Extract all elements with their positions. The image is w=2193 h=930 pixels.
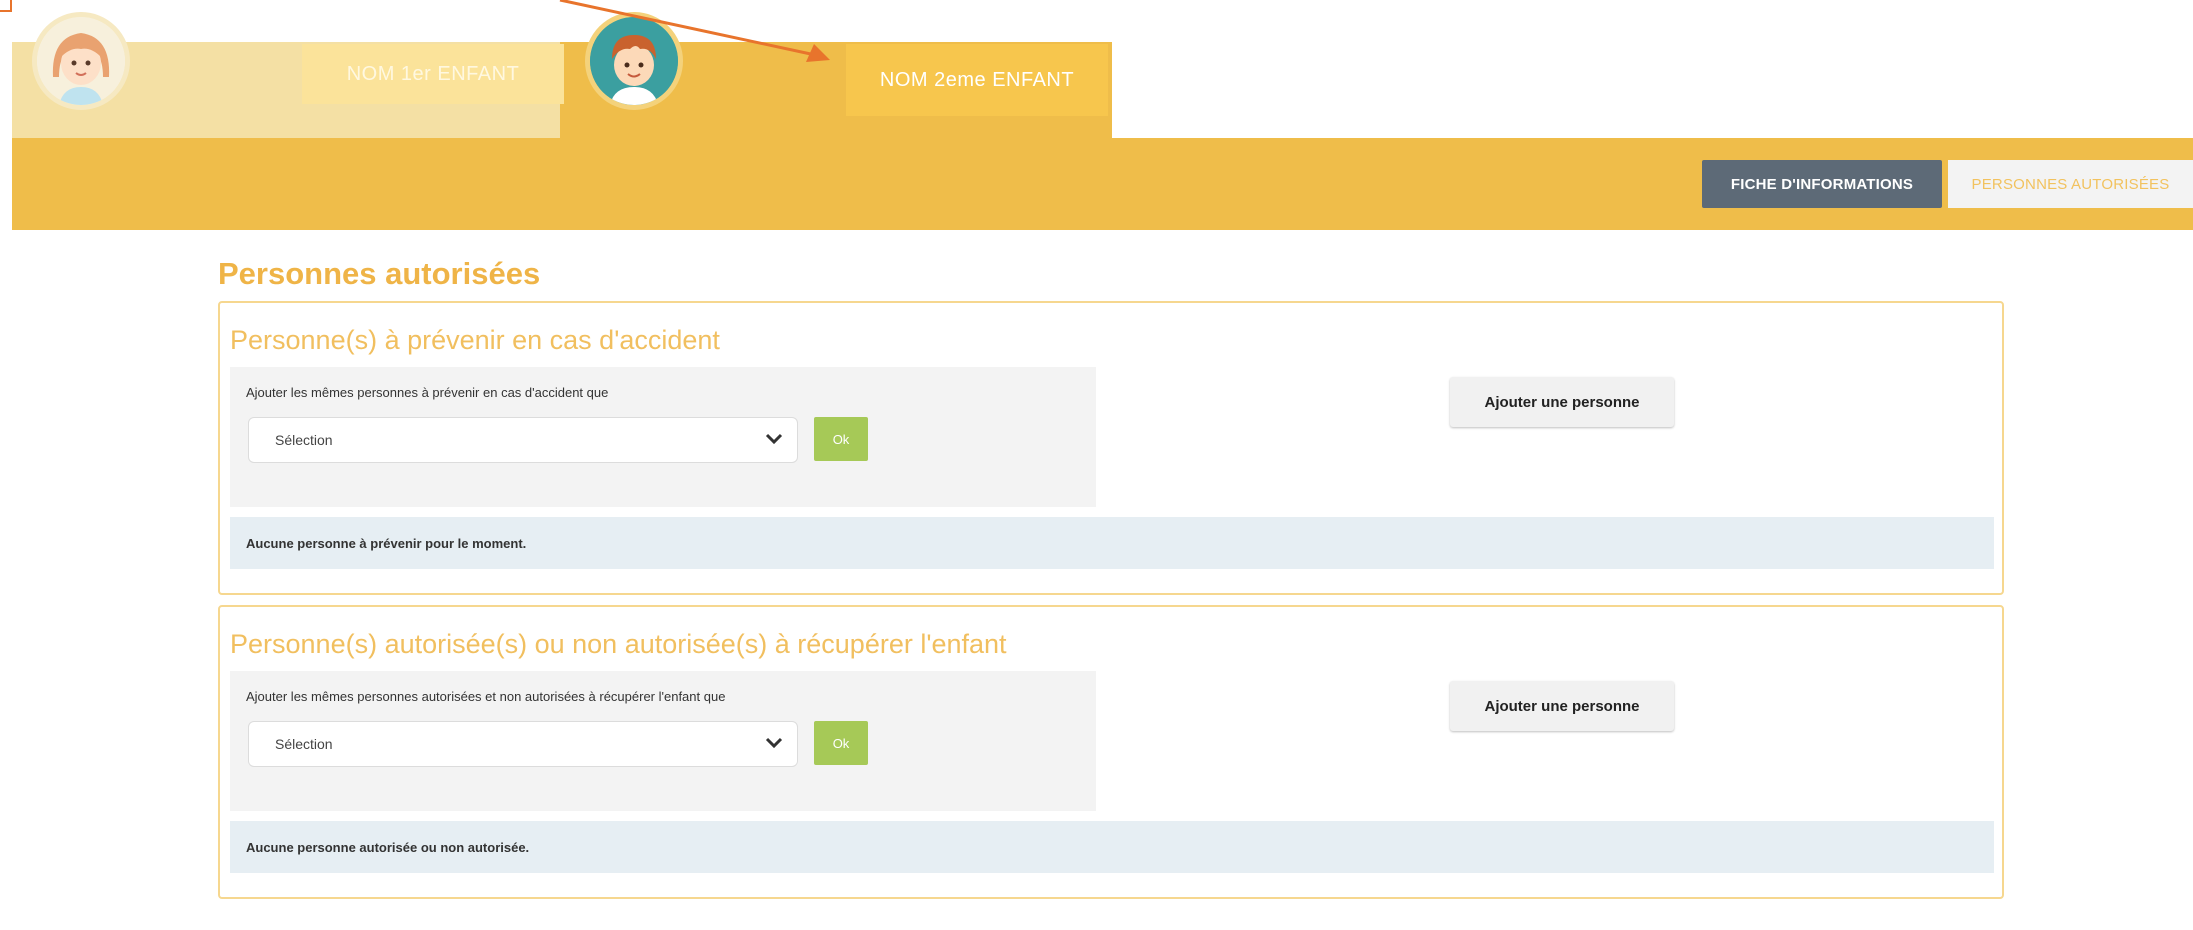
chevron-down-icon [765, 433, 783, 445]
empty-message: Aucune personne à prévenir pour le momen… [230, 517, 1994, 569]
select-value: Sélection [275, 432, 333, 448]
select-value: Sélection [275, 736, 333, 752]
add-person-button[interactable]: Ajouter une personne [1450, 377, 1674, 427]
empty-message: Aucune personne autorisée ou non autoris… [230, 821, 1994, 873]
arrow-annotation-icon [559, 0, 830, 62]
child-tab-strip: NOM 1er ENFANT NOM 2eme ENFANT FICHE D'I… [0, 0, 2193, 230]
personnes-autorisees-button[interactable]: PERSONNES AUTORISÉES [1948, 160, 2193, 208]
chevron-down-icon [765, 737, 783, 749]
add-person-button[interactable]: Ajouter une personne [1450, 681, 1674, 731]
section-title: Personne(s) à prévenir en cas d'accident [230, 325, 720, 355]
ok-button[interactable]: Ok [814, 417, 868, 461]
page-title: Personnes autorisées [218, 256, 541, 291]
accident-contacts-section: Personne(s) à prévenir en cas d'accident… [218, 301, 2004, 595]
child-select[interactable]: Sélection [248, 721, 798, 767]
copy-persons-panel: Ajouter les mêmes personnes à prévenir e… [230, 367, 1096, 507]
copy-persons-panel: Ajouter les mêmes personnes autorisées e… [230, 671, 1096, 811]
copy-persons-label: Ajouter les mêmes personnes autorisées e… [246, 689, 726, 704]
pickup-authorized-section: Personne(s) autorisée(s) ou non autorisé… [218, 605, 2004, 899]
ok-button[interactable]: Ok [814, 721, 868, 765]
fiche-informations-button[interactable]: FICHE D'INFORMATIONS [1702, 160, 1942, 208]
child-select[interactable]: Sélection [248, 417, 798, 463]
copy-persons-label: Ajouter les mêmes personnes à prévenir e… [246, 385, 609, 400]
section-title: Personne(s) autorisée(s) ou non autorisé… [230, 629, 1007, 659]
